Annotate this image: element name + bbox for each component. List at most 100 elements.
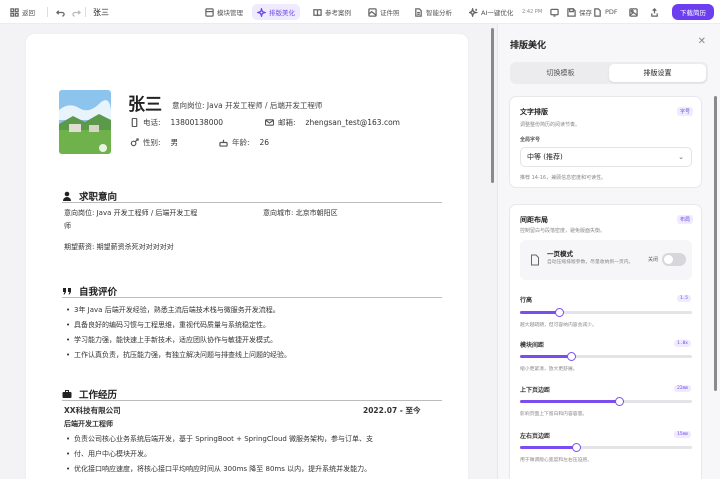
list-item[interactable]: 具备良好的编码习惯与工程思维，重视代码质量与系统稳定性。	[66, 318, 291, 333]
tab-reference-cases[interactable]: 参考案例	[313, 0, 351, 24]
intent-role-wrap: 师	[64, 222, 71, 230]
section-title-text: 求职意向	[79, 192, 118, 203]
gender-label: 性别:	[143, 138, 161, 147]
slider-label: 模块间距	[520, 342, 545, 349]
save-label: 保存	[579, 9, 592, 17]
horizontal-margin-slider[interactable]	[520, 443, 692, 452]
one-page-toggle[interactable]	[662, 253, 686, 266]
gender-info[interactable]: 性别: 男	[130, 137, 178, 148]
line-height-slider[interactable]	[520, 308, 692, 317]
doc-title[interactable]: 张三	[93, 0, 109, 24]
redo-icon	[72, 9, 81, 17]
spacing-card: 间距布局 布局 控制留白与段落密度，避免版面失衡。 一页模式 自动压缩排版参数，…	[509, 204, 702, 479]
intent-salary-label: 期望薪资:	[64, 243, 95, 251]
profile-photo[interactable]	[59, 90, 111, 154]
section-divider	[62, 202, 442, 203]
save-button[interactable]: 保存	[567, 0, 592, 24]
email-info[interactable]: 邮箱: zhengsan_test@163.com	[265, 117, 400, 128]
work-role[interactable]: 后端开发工程师	[64, 417, 113, 431]
panel-scrollbar[interactable]	[714, 96, 717, 391]
module-spacing-slider[interactable]	[520, 352, 692, 361]
list-item[interactable]: 负责公司核心业务系统后端开发，基于 SpringBoot + SpringClo…	[66, 432, 373, 447]
font-size-hint: 推荐 14-16，兼顾信息密度和可读性。	[520, 175, 607, 181]
undo-icon	[56, 9, 65, 17]
email-value: zhengsan_test@163.com	[305, 118, 400, 127]
intent-role-label: 意向岗位:	[64, 209, 95, 217]
tab-label: 排版美化	[269, 9, 295, 17]
work-company[interactable]: XX科技有限公司	[64, 404, 121, 418]
slider-label: 上下页边距	[520, 387, 551, 394]
slider-hint: 越大越疏朗，但可容纳内容会减少。	[520, 323, 597, 328]
dark-mode-toggle[interactable]	[550, 0, 559, 24]
redo-button[interactable]	[72, 0, 81, 24]
intent-role[interactable]: 意向岗位: Java 开发工程师 / 后端开发工程	[64, 206, 197, 220]
list-item[interactable]: 工作认真负责，抗压能力强，有独立解决问题与排查线上问题的经验。	[66, 348, 291, 363]
undo-button[interactable]	[56, 0, 65, 24]
mail-icon	[265, 119, 274, 126]
tab-id-photo[interactable]: 证件照	[368, 0, 400, 24]
vertical-margin-slider[interactable]	[520, 397, 692, 406]
tab-layout-settings[interactable]: 排版设置	[609, 64, 706, 82]
tab-layout-beautify[interactable]: 排版美化	[252, 4, 300, 20]
tab-label: AI一键优化	[481, 9, 514, 17]
age-value: 26	[259, 138, 270, 147]
list-item[interactable]: 3年 Java 后端开发经验，熟悉主流后端技术栈与微服务开发流程。	[66, 303, 291, 318]
export-image-button[interactable]	[629, 0, 638, 24]
font-size-select[interactable]: 中等 (推荐) ⌄	[520, 147, 692, 167]
resume-name[interactable]: 张三	[128, 90, 162, 115]
share-button[interactable]	[650, 0, 659, 24]
tab-label: 模块管理	[217, 9, 243, 17]
module-icon	[205, 7, 214, 17]
monitor-icon	[550, 8, 559, 17]
section-title-intent[interactable]: 求职意向	[62, 189, 117, 203]
cake-icon	[219, 139, 228, 147]
section-title-work[interactable]: 工作经历	[62, 387, 117, 401]
age-label: 年龄:	[232, 138, 250, 147]
share-icon	[651, 7, 658, 17]
export-pdf-button[interactable]: PDF	[593, 0, 618, 24]
file-icon	[594, 7, 601, 17]
ai-sparkle-icon	[469, 7, 478, 17]
phone-label: 电话:	[143, 118, 161, 127]
tab-module-manage[interactable]: 模块管理	[205, 0, 243, 24]
intent-salary-value: 期望薪资杀死对对对对对	[96, 243, 174, 251]
section-title-self-eval[interactable]: 自我评价	[62, 284, 117, 298]
tab-switch-template[interactable]: 切换模板	[512, 64, 609, 82]
book-icon	[313, 8, 322, 16]
sparkle-icon	[257, 7, 266, 17]
section-divider	[62, 400, 442, 401]
tab-smart-analysis[interactable]: 智能分析	[414, 0, 452, 24]
slider-knob[interactable]	[555, 308, 565, 317]
back-button[interactable]: 返回	[10, 0, 35, 24]
editor-scrollbar[interactable]	[491, 28, 494, 183]
list-item[interactable]: 学习能力强，能快速上手新技术，适应团队协作与敏捷开发模式。	[66, 333, 291, 348]
work-period[interactable]: 2022.07 - 至今	[363, 404, 421, 418]
intent-role-value: Java 开发工程师 / 后端开发工程	[96, 209, 198, 217]
slider-value: 22mm	[674, 385, 691, 392]
layout-panel: 排版美化 ✕ 切换模板 排版设置 文字排版 字号 调整整份简历的阅读节奏。 全局…	[497, 24, 720, 479]
download-resume-button[interactable]: 下载简历	[672, 4, 714, 20]
slider-knob[interactable]	[615, 397, 625, 406]
resume-position[interactable]: 意向岗位: Java 开发工程师 / 后端开发工程师	[172, 100, 322, 111]
close-icon[interactable]: ✕	[698, 36, 706, 47]
intent-city-label: 意向城市:	[263, 209, 294, 217]
gender-icon	[130, 138, 139, 147]
typography-desc: 调整整份简历的阅读节奏。	[520, 122, 581, 128]
tab-ai-optimize[interactable]: AI一键优化	[469, 0, 513, 24]
slider-knob[interactable]	[567, 352, 577, 361]
list-item-continuation[interactable]: 付、用户中心模块开发。	[66, 447, 373, 462]
slider-hint: 缩小更紧凑，放大更舒展。	[520, 367, 578, 372]
slider-value: 15mm	[674, 431, 691, 438]
intent-city[interactable]: 意向城市: 北京市朝阳区	[263, 206, 338, 220]
intent-salary[interactable]: 期望薪资: 期望薪资杀死对对对对对	[64, 240, 174, 254]
age-info[interactable]: 年龄: 26	[219, 137, 269, 148]
quote-icon	[63, 288, 71, 295]
slider-knob[interactable]	[572, 443, 582, 452]
autosave-time: 2:42 PM	[522, 9, 543, 15]
list-item[interactable]: 优化接口响应速度，将核心接口平均响应时间从 300ms 降至 80ms 以内，提…	[66, 462, 373, 477]
work-list: 负责公司核心业务系统后端开发，基于 SpringBoot + SpringClo…	[66, 432, 373, 477]
font-size-label: 全局字号	[520, 137, 541, 143]
font-size-value: 中等 (推荐)	[527, 153, 563, 161]
phone-value: 13800138000	[170, 118, 224, 127]
phone-info[interactable]: 电话: 13800138000	[130, 117, 223, 128]
